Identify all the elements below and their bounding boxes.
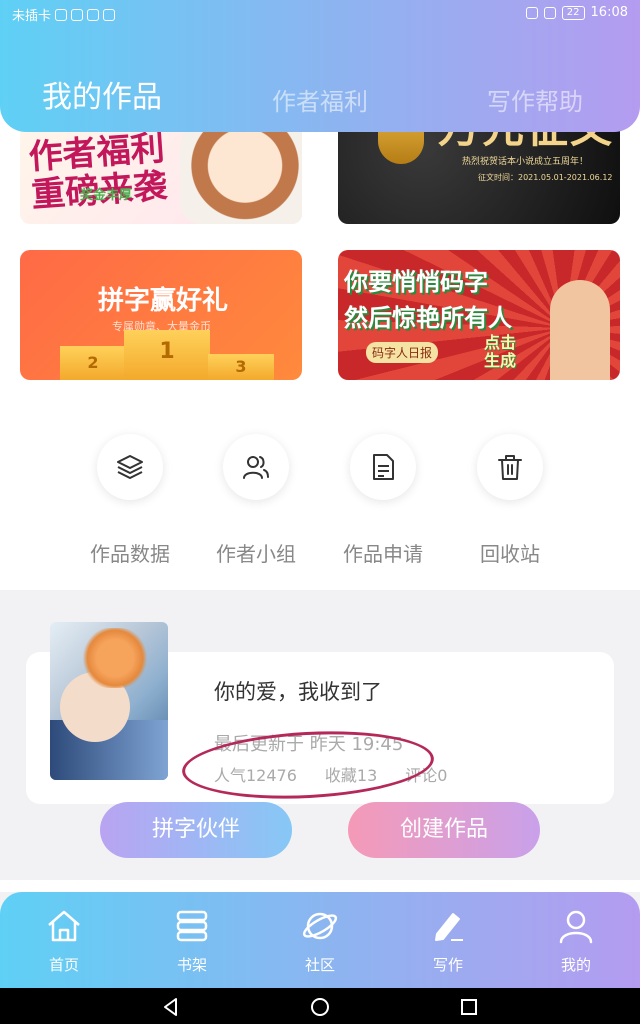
bookshelf-icon [152, 906, 232, 946]
wifi-icon [71, 8, 84, 21]
layers-icon [97, 434, 163, 500]
nav-write[interactable]: 写作 [408, 906, 488, 975]
tab-writing-help[interactable]: 写作帮助 [487, 82, 583, 117]
nav-home[interactable]: 首页 [24, 906, 104, 975]
podium-third: 3 [208, 354, 274, 380]
banner-tag: 奖金丰厚 [80, 188, 133, 203]
nav-community[interactable]: 社区 [280, 906, 360, 975]
battery-icon: 22 [561, 5, 585, 20]
banner-title: 你要悄悄码字 然后惊艳所有人 [344, 268, 512, 332]
header-tabs: 我的作品 作者福利 写作帮助 [0, 60, 640, 120]
document-icon [350, 434, 416, 500]
trash-icon [477, 434, 543, 500]
quick-action-label: 作品申请 [343, 542, 423, 566]
carrier-label: 未插卡 [12, 9, 52, 24]
nav-label: 我的 [560, 956, 591, 974]
system-navigation-bar [0, 988, 640, 1024]
recent-apps-icon[interactable] [458, 996, 480, 1018]
banner-tag: 码字人日报 [366, 342, 439, 363]
work-cover-image[interactable] [50, 622, 168, 780]
banner-grid: 作者福利 重磅来袭 奖金丰厚 万元征文 热烈祝贺话本小说成立五周年！ 征文时间：… [0, 94, 640, 390]
quick-action-work-data[interactable]: 作品数据 [60, 434, 200, 567]
nav-profile[interactable]: 我的 [536, 906, 616, 975]
app-icon [87, 8, 100, 21]
wechat-icon [103, 8, 116, 21]
status-bar: 未插卡 22 16:08 [0, 0, 640, 28]
banner-cta: 点击 生成 [484, 333, 517, 370]
banner-title: 拼字赢好礼 [98, 286, 229, 316]
back-icon[interactable] [160, 996, 182, 1018]
planet-icon [280, 906, 360, 946]
quick-action-label: 回收站 [480, 542, 540, 566]
home-circle-icon[interactable] [309, 996, 331, 1018]
quick-actions: 作品数据 作者小组 作品申请 回收站 [0, 390, 640, 590]
nav-label: 社区 [304, 956, 335, 974]
divider [0, 880, 640, 892]
vibrate-icon [543, 6, 556, 19]
clock: 16:08 [590, 5, 628, 20]
nav-label: 写作 [432, 956, 463, 974]
user-icon [536, 906, 616, 946]
banner-word-challenge[interactable]: 拼字赢好礼 专属勋章、大量金币 2 1 3 [20, 250, 302, 380]
banner-subtitle: 热烈祝贺话本小说成立五周年！ [462, 157, 589, 167]
nav-label: 书架 [176, 956, 207, 974]
writing-partner-button[interactable]: 拼字伙伴 [100, 802, 292, 858]
quick-action-work-apply[interactable]: 作品申请 [313, 434, 453, 567]
pen-icon [408, 906, 488, 946]
quick-action-author-group[interactable]: 作者小组 [186, 434, 326, 567]
top-header: 未插卡 22 16:08 我的作品 作者福利 写作帮助 [0, 0, 640, 132]
podium-second: 2 [60, 346, 126, 380]
banner-date: 征文时间：2021.05.01-2021.06.12 [478, 173, 613, 182]
work-title[interactable]: 你的爱，我收到了 [214, 676, 382, 706]
nav-label: 首页 [48, 956, 79, 974]
eye-icon [525, 6, 538, 19]
create-work-button[interactable]: 创建作品 [348, 802, 540, 858]
group-icon [223, 434, 289, 500]
nav-bookshelf[interactable]: 书架 [152, 906, 232, 975]
quick-action-label: 作品数据 [90, 542, 170, 566]
tab-author-welfare[interactable]: 作者福利 [272, 82, 368, 117]
tab-my-works[interactable]: 我的作品 [42, 72, 162, 116]
banner-daily-writing[interactable]: 你要悄悄码字 然后惊艳所有人 码字人日报 点击 生成 [338, 250, 620, 380]
sim-icon [55, 8, 68, 21]
podium-first: 1 [124, 330, 210, 380]
quick-action-recycle-bin[interactable]: 回收站 [440, 434, 580, 567]
home-icon [24, 906, 104, 946]
quick-action-label: 作者小组 [216, 542, 296, 566]
fist-illustration [550, 280, 610, 380]
bottom-navigation: 首页 书架 社区 写作 我的 [0, 892, 640, 988]
